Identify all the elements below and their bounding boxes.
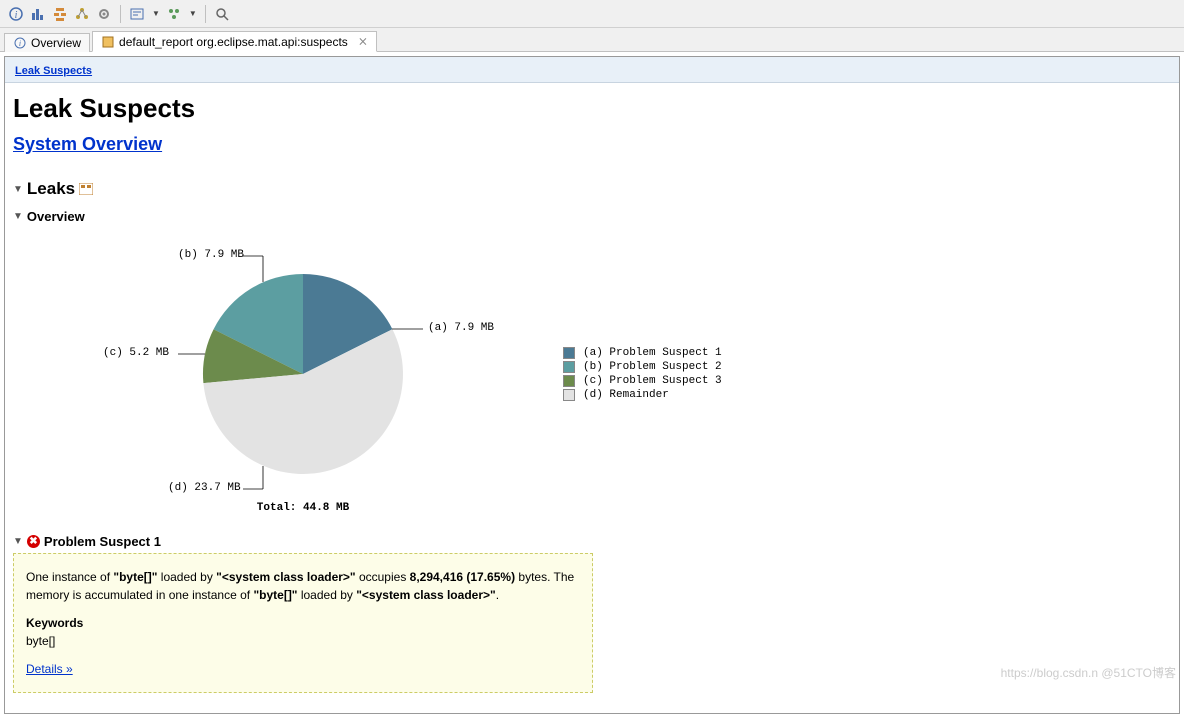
dropdown-icon[interactable]: ▼ — [189, 9, 197, 18]
problem-suspect-box: One instance of "byte[]" loaded by "<sys… — [13, 553, 593, 693]
tab-label: Overview — [31, 36, 81, 50]
oql-icon[interactable] — [129, 6, 145, 22]
dropdown-icon[interactable]: ▼ — [152, 9, 160, 18]
separator — [120, 5, 121, 23]
legend-label: (c) Problem Suspect 3 — [583, 375, 722, 387]
legend-swatch — [563, 375, 575, 387]
info-icon: i — [13, 36, 27, 50]
system-overview-link[interactable]: System Overview — [13, 134, 162, 155]
pie-total: Total: 44.8 MB — [257, 502, 349, 514]
report-icon — [101, 35, 115, 49]
legend-item: (b) Problem Suspect 2 — [563, 361, 722, 373]
pie-label-b: (b) 7.9 MB — [178, 249, 244, 261]
pie-label-d: (d) 23.7 MB — [168, 482, 241, 494]
legend-swatch — [563, 347, 575, 359]
section-label: Overview — [27, 209, 85, 224]
chart-legend: (a) Problem Suspect 1 (b) Problem Suspec… — [563, 345, 722, 403]
tab-label: default_report org.eclipse.mat.api:suspe… — [119, 35, 348, 49]
legend-label: (a) Problem Suspect 1 — [583, 347, 722, 359]
svg-text:i: i — [19, 39, 21, 48]
legend-item: (d) Remainder — [563, 389, 722, 401]
chevron-down-icon: ▼ — [13, 536, 23, 547]
search-icon[interactable] — [214, 6, 230, 22]
tab-overview[interactable]: i Overview — [4, 33, 90, 52]
close-icon[interactable]: ⨯ — [358, 34, 368, 49]
dominator-icon[interactable] — [74, 6, 90, 22]
info-icon[interactable]: i — [8, 6, 24, 22]
histogram-icon[interactable] — [30, 6, 46, 22]
keywords-heading: Keywords — [26, 614, 580, 632]
main-toolbar: i ▼ ▼ — [0, 0, 1184, 28]
pie-chart: (a) 7.9 MB (b) 7.9 MB (c) 5.2 MB (d) 23.… — [103, 234, 503, 514]
report-pane: Leak Suspects Leak Suspects System Overv… — [4, 56, 1180, 714]
pie-label-a: (a) 7.9 MB — [428, 322, 494, 334]
legend-label: (d) Remainder — [583, 389, 669, 401]
breadcrumb-link[interactable]: Leak Suspects — [15, 65, 92, 77]
gear-icon[interactable] — [96, 6, 112, 22]
details-link[interactable]: Details » — [26, 660, 73, 678]
section-problem-suspect-1[interactable]: ▼ ✖ Problem Suspect 1 — [13, 534, 1171, 549]
tree-icon[interactable] — [52, 6, 68, 22]
leaks-icon — [79, 183, 93, 195]
pie-label-c: (c) 5.2 MB — [103, 347, 169, 359]
section-overview[interactable]: ▼ Overview — [13, 209, 1171, 224]
legend-label: (b) Problem Suspect 2 — [583, 361, 722, 373]
legend-item: (c) Problem Suspect 3 — [563, 375, 722, 387]
section-label: Problem Suspect 1 — [44, 534, 161, 549]
overview-chart: (a) 7.9 MB (b) 7.9 MB (c) 5.2 MB (d) 23.… — [103, 234, 1171, 514]
section-leaks[interactable]: ▼ Leaks — [13, 179, 1171, 199]
problem-description: One instance of "byte[]" loaded by "<sys… — [26, 568, 580, 604]
separator — [205, 5, 206, 23]
chevron-down-icon: ▼ — [13, 184, 23, 195]
section-label: Leaks — [27, 179, 75, 199]
keywords-value: byte[] — [26, 632, 580, 650]
svg-text:i: i — [15, 10, 18, 21]
legend-item: (a) Problem Suspect 1 — [563, 347, 722, 359]
chevron-down-icon: ▼ — [13, 211, 23, 222]
page-title: Leak Suspects — [13, 93, 1171, 124]
error-icon: ✖ — [27, 535, 40, 548]
tab-suspects-report[interactable]: default_report org.eclipse.mat.api:suspe… — [92, 31, 377, 52]
breadcrumb-bar: Leak Suspects — [5, 57, 1179, 83]
legend-swatch — [563, 361, 575, 373]
editor-tabbar: i Overview default_report org.eclipse.ma… — [0, 28, 1184, 52]
legend-swatch — [563, 389, 575, 401]
thread-icon[interactable] — [166, 6, 182, 22]
